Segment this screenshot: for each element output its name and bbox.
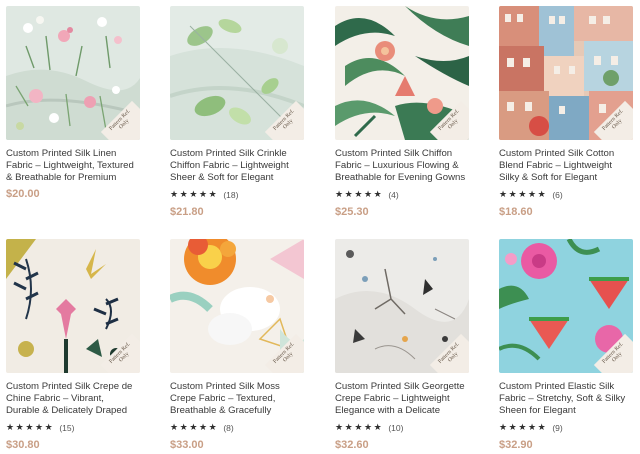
product-title[interactable]: Custom Printed Silk Moss Crepe Fabric – …: [170, 381, 304, 418]
product-title[interactable]: Custom Printed Silk Crinkle Chiffon Fabr…: [170, 148, 304, 185]
product-rating: ★★★★★ (6): [499, 189, 633, 200]
product-card: Pattern Ref. Only Custom Printed Silk Mo…: [170, 239, 304, 454]
product-rating: ★★★★★ (9): [499, 422, 633, 433]
product-title[interactable]: Custom Printed Silk Crepe de Chine Fabri…: [6, 381, 140, 418]
star-rating-icon: ★★★★★: [170, 422, 219, 432]
product-image[interactable]: Pattern Ref. Only: [335, 239, 469, 373]
review-count: (10): [388, 422, 404, 433]
review-count: (8): [223, 422, 234, 433]
product-price: $32.60: [335, 439, 369, 451]
product-image[interactable]: Pattern Ref. Only: [6, 239, 140, 373]
product-card: Pattern Ref. Only Custom Printed Silk Cr…: [6, 239, 140, 454]
product-price: $21.80: [170, 206, 204, 218]
review-count: (6): [552, 189, 563, 200]
star-rating-icon: ★★★★★: [335, 422, 384, 432]
product-grid: Pattern Ref. Only Custom Printed Silk Li…: [0, 0, 640, 452]
product-rating: ★★★★★ (15): [6, 422, 140, 433]
star-rating-icon: ★★★★★: [6, 422, 55, 432]
product-price: $30.80: [6, 439, 40, 451]
product-card: Pattern Ref. Only Custom Printed Silk Co…: [499, 6, 633, 221]
product-title[interactable]: Custom Printed Silk Cotton Blend Fabric …: [499, 148, 633, 185]
product-image[interactable]: Pattern Ref. Only: [170, 239, 304, 373]
product-price: $33.00: [170, 439, 204, 451]
product-image[interactable]: Pattern Ref. Only: [499, 239, 633, 373]
product-card: Pattern Ref. Only Custom Printed Elastic…: [499, 239, 633, 454]
product-title[interactable]: Custom Printed Silk Linen Fabric – Light…: [6, 148, 140, 185]
product-rating: ★★★★★ (8): [170, 422, 304, 433]
product-price: $20.00: [6, 188, 40, 200]
product-price: $32.90: [499, 439, 533, 451]
product-image[interactable]: Pattern Ref. Only: [6, 6, 140, 140]
product-image[interactable]: Pattern Ref. Only: [335, 6, 469, 140]
product-title[interactable]: Custom Printed Silk Chiffon Fabric – Lux…: [335, 148, 469, 185]
product-card: Pattern Ref. Only Custom Printed Silk Ge…: [335, 239, 469, 454]
product-image[interactable]: Pattern Ref. Only: [499, 6, 633, 140]
product-card: Pattern Ref. Only Custom Printed Silk Cr…: [170, 6, 304, 221]
product-price: $25.30: [335, 206, 369, 218]
review-count: (18): [223, 189, 239, 200]
star-rating-icon: ★★★★★: [335, 189, 384, 199]
product-card: Pattern Ref. Only Custom Printed Silk Li…: [6, 6, 140, 221]
review-count: (9): [552, 422, 563, 433]
star-rating-icon: ★★★★★: [170, 189, 219, 199]
review-count: (15): [59, 422, 75, 433]
star-rating-icon: ★★★★★: [499, 189, 548, 199]
product-rating: ★★★★★ (10): [335, 422, 469, 433]
star-rating-icon: ★★★★★: [499, 422, 548, 432]
product-title[interactable]: Custom Printed Silk Georgette Crepe Fabr…: [335, 381, 469, 418]
product-price: $18.60: [499, 206, 533, 218]
product-card: Pattern Ref. Only Custom Printed Silk Ch…: [335, 6, 469, 221]
product-rating: ★★★★★ (4): [335, 189, 469, 200]
product-title[interactable]: Custom Printed Elastic Silk Fabric – Str…: [499, 381, 633, 418]
product-rating: ★★★★★ (18): [170, 189, 304, 200]
review-count: (4): [388, 189, 399, 200]
product-image[interactable]: Pattern Ref. Only: [170, 6, 304, 140]
